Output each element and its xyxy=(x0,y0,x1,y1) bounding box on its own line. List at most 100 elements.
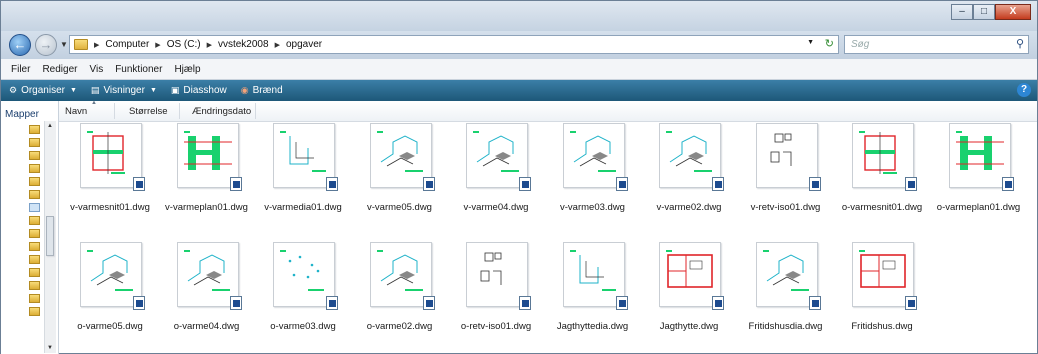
maximize-button[interactable]: □ xyxy=(973,4,995,20)
file-item[interactable]: o-varme02.dwg xyxy=(352,240,448,348)
menu-help[interactable]: Hjælp xyxy=(174,64,200,75)
chevron-down-icon[interactable]: ▼ xyxy=(807,39,814,46)
dwg-thumbnail[interactable] xyxy=(562,242,628,310)
file-item[interactable]: Jagthyttedia.dwg xyxy=(545,240,641,348)
file-item[interactable]: v-varme03.dwg xyxy=(545,121,641,229)
file-item[interactable]: v-retv-iso01.dwg xyxy=(738,121,834,229)
column-size[interactable]: Størrelse xyxy=(129,106,168,117)
file-item[interactable]: o-varme04.dwg xyxy=(159,240,255,348)
file-name[interactable]: o-varme05.dwg xyxy=(58,321,162,332)
file-name[interactable]: Jagthytte.dwg xyxy=(637,321,741,332)
file-name[interactable]: v-varme05.dwg xyxy=(348,202,452,213)
tree-folder-icon[interactable] xyxy=(29,294,40,303)
tree-folder-icon[interactable] xyxy=(29,242,40,251)
address-bar[interactable]: ▶ Computer ▶ OS (C:) ▶ vvstek2008 ▶ opga… xyxy=(69,35,839,54)
file-item[interactable]: o-varmeplan01.dwg xyxy=(931,121,1027,229)
file-item[interactable]: v-varmedia01.dwg xyxy=(255,121,351,229)
column-divider[interactable] xyxy=(255,103,256,119)
file-item[interactable]: Jagthytte.dwg xyxy=(641,240,737,348)
help-icon[interactable]: ? xyxy=(1017,83,1031,97)
dwg-thumbnail[interactable] xyxy=(80,123,145,191)
views-button[interactable]: ▤ Visninger ▼ xyxy=(91,85,157,96)
tree-folder-icon[interactable] xyxy=(29,177,40,186)
file-item[interactable]: v-varme05.dwg xyxy=(352,121,448,229)
nav-scrollbar[interactable]: ▲ ▼ xyxy=(44,121,56,353)
dwg-thumbnail[interactable] xyxy=(659,242,724,310)
file-item[interactable]: v-varme02.dwg xyxy=(641,121,737,229)
dwg-thumbnail[interactable] xyxy=(466,242,531,310)
scroll-thumb[interactable] xyxy=(46,216,54,256)
search-input[interactable]: Søg ⚲ xyxy=(844,35,1029,54)
tree-folder-icon[interactable] xyxy=(29,281,40,290)
slideshow-button[interactable]: ▣ Diasshow xyxy=(171,85,227,96)
dwg-thumbnail[interactable] xyxy=(273,242,338,310)
tree-folder-icon[interactable] xyxy=(29,307,40,316)
dwg-thumbnail[interactable] xyxy=(176,123,242,191)
chevron-right-icon[interactable]: ▶ xyxy=(94,41,99,49)
breadcrumb-opgaver[interactable]: opgaver xyxy=(286,39,322,50)
file-item[interactable]: o-varmesnit01.dwg xyxy=(834,121,930,229)
chevron-right-icon[interactable]: ▶ xyxy=(155,41,160,49)
minimize-button[interactable]: – xyxy=(951,4,973,20)
file-name[interactable]: v-varme04.dwg xyxy=(444,202,548,213)
dwg-thumbnail[interactable] xyxy=(369,242,435,310)
back-button[interactable]: ← xyxy=(9,34,31,56)
file-name[interactable]: v-varme03.dwg xyxy=(541,202,645,213)
file-item[interactable]: o-varme05.dwg xyxy=(62,240,158,348)
file-name[interactable]: Fritidshus.dwg xyxy=(830,321,934,332)
file-name[interactable]: o-varme02.dwg xyxy=(348,321,452,332)
scroll-down-icon[interactable]: ▼ xyxy=(47,345,53,351)
column-divider[interactable] xyxy=(179,103,180,119)
menu-file[interactable]: Filer xyxy=(11,64,30,75)
file-item[interactable]: v-varmesnit01.dwg xyxy=(62,121,158,229)
dwg-thumbnail[interactable] xyxy=(948,123,1014,191)
folders-header[interactable]: Mapper xyxy=(5,109,39,120)
forward-button[interactable]: → xyxy=(35,34,57,56)
refresh-icon[interactable]: ↻ xyxy=(825,37,834,50)
chevron-right-icon[interactable]: ▶ xyxy=(207,41,212,49)
dwg-thumbnail[interactable] xyxy=(273,123,338,191)
file-name[interactable]: v-varme02.dwg xyxy=(637,202,741,213)
file-name[interactable]: o-varme03.dwg xyxy=(251,321,355,332)
tree-folder-icon[interactable] xyxy=(29,190,40,199)
file-item[interactable]: Fritidshus.dwg xyxy=(834,240,930,348)
dwg-thumbnail[interactable] xyxy=(852,123,917,191)
breadcrumb-computer[interactable]: Computer xyxy=(105,39,149,50)
file-item[interactable]: v-varmeplan01.dwg xyxy=(159,121,255,229)
chevron-right-icon[interactable]: ▶ xyxy=(275,41,280,49)
file-name[interactable]: Jagthyttedia.dwg xyxy=(541,321,645,332)
dwg-thumbnail[interactable] xyxy=(755,242,821,310)
tree-folder-icon[interactable] xyxy=(29,125,40,134)
file-name[interactable]: o-varmesnit01.dwg xyxy=(830,202,934,213)
dwg-thumbnail[interactable] xyxy=(466,123,531,191)
organise-button[interactable]: ⚙ Organiser ▼ xyxy=(9,85,77,96)
menu-view[interactable]: Vis xyxy=(89,64,103,75)
file-item[interactable]: v-varme04.dwg xyxy=(448,121,544,229)
column-name[interactable]: Navn xyxy=(65,106,87,117)
file-name[interactable]: v-varmesnit01.dwg xyxy=(58,202,162,213)
dwg-thumbnail[interactable] xyxy=(562,123,628,191)
menu-edit[interactable]: Rediger xyxy=(42,64,77,75)
dwg-thumbnail[interactable] xyxy=(659,123,724,191)
breadcrumb-vvstek2008[interactable]: vvstek2008 xyxy=(218,39,269,50)
close-button[interactable]: X xyxy=(995,4,1031,20)
file-name[interactable]: v-varmeplan01.dwg xyxy=(155,202,259,213)
tree-folder-icon[interactable] xyxy=(29,164,40,173)
file-item[interactable]: o-retv-iso01.dwg xyxy=(448,240,544,348)
dwg-thumbnail[interactable] xyxy=(755,123,821,191)
file-item[interactable]: Fritidshusdia.dwg xyxy=(738,240,834,348)
recent-pages-dropdown[interactable]: ▼ xyxy=(60,40,68,49)
file-name[interactable]: Fritidshusdia.dwg xyxy=(734,321,838,332)
tree-folder-icon[interactable] xyxy=(29,268,40,277)
dwg-thumbnail[interactable] xyxy=(852,242,917,310)
file-name[interactable]: o-retv-iso01.dwg xyxy=(444,321,548,332)
scroll-up-icon[interactable]: ▲ xyxy=(47,123,53,129)
tree-folder-icon[interactable] xyxy=(29,216,40,225)
search-icon[interactable]: ⚲ xyxy=(1016,37,1024,50)
dwg-thumbnail[interactable] xyxy=(80,242,145,310)
tree-folder-icon[interactable] xyxy=(29,229,40,238)
tree-folder-icon[interactable] xyxy=(29,255,40,264)
menu-tools[interactable]: Funktioner xyxy=(115,64,162,75)
tree-folder-icon[interactable] xyxy=(29,151,40,160)
column-modified[interactable]: Ændringsdato xyxy=(192,106,251,117)
